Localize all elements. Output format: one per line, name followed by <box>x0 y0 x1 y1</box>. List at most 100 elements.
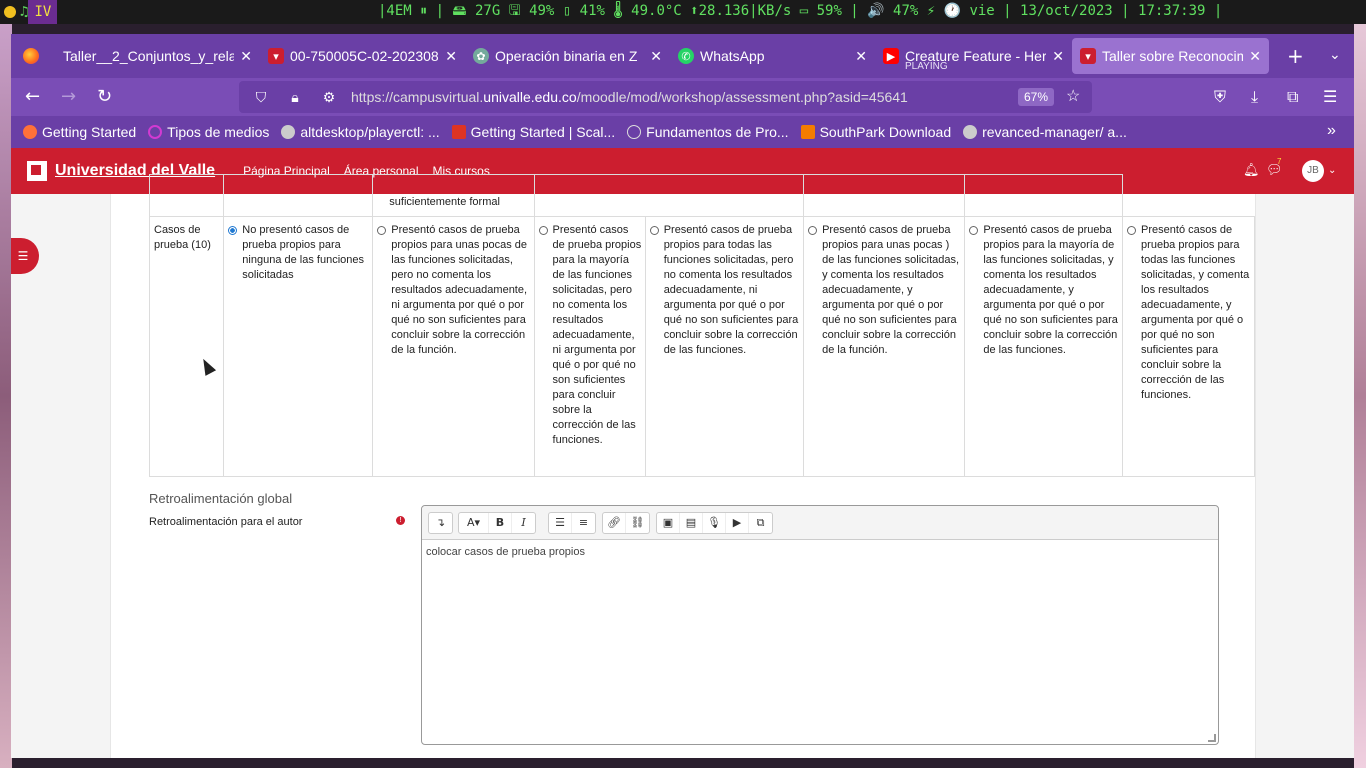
image-icon[interactable]: ▣ <box>657 513 680 533</box>
unlink-icon[interactable]: ⛓ <box>626 513 649 533</box>
editor-content[interactable]: colocar casos de prueba propios <box>422 540 1218 564</box>
radio-button[interactable] <box>1127 226 1137 235</box>
radio-button[interactable] <box>377 226 387 235</box>
link-icon[interactable]: 🔗︎ <box>603 513 626 533</box>
github-icon <box>281 125 296 139</box>
radio-button[interactable] <box>969 226 979 235</box>
avatar[interactable]: JB <box>1302 160 1324 182</box>
shield-icon[interactable]: ⛉ <box>249 89 273 106</box>
feedback-editor[interactable]: ↴ A▾ B I ☰ ≡ 🔗︎ ⛓ ▣ ▤ 🎙︎ ▶ ⧉ colocar cas… <box>421 505 1219 745</box>
system-status-bar: ♫ IV |4EM ⏸ | 🖴 27G 🖫 49% ▯ 41% 🌡 49.0°C… <box>0 0 1366 24</box>
moodle-page: Universidad del Valle Página Principal Á… <box>11 148 1354 758</box>
radio-button[interactable] <box>228 226 238 235</box>
bookmark-item[interactable]: revanced-manager/ a... <box>963 124 1127 140</box>
course-index-toggle[interactable]: ☰ <box>11 238 39 274</box>
firefox-icon <box>23 125 37 139</box>
tab-taller-conjuntos[interactable]: Taller__2_Conjuntos_y_rela ✕ <box>55 38 260 74</box>
tab-title: Taller__2_Conjuntos_y_rela <box>63 48 235 64</box>
rubric-level-2[interactable]: Presentó casos de prueba propios para la… <box>533 216 646 477</box>
firefox-icon[interactable] <box>23 48 39 64</box>
lock-icon[interactable]: 🔒︎ <box>283 89 307 106</box>
close-icon[interactable]: ✕ <box>240 48 252 65</box>
tab-bar: Taller__2_Conjuntos_y_rela ✕ ▾ 00-750005… <box>11 34 1354 78</box>
menu-icon[interactable]: ☰ <box>1323 87 1337 106</box>
zoom-level[interactable]: 67% <box>1018 88 1055 106</box>
numbered-list-icon[interactable]: ≡ <box>572 513 595 533</box>
bookmark-item[interactable]: Getting Started | Scal... <box>451 124 615 140</box>
list-icon: ☰ <box>17 249 29 263</box>
rubric-level-0[interactable]: No presentó casos de prueba propios para… <box>223 216 374 477</box>
circle-icon <box>148 125 163 139</box>
workspace-indicator[interactable]: IV <box>28 0 58 24</box>
bookmark-item[interactable]: Fundamentos de Pro... <box>627 124 789 140</box>
univalle-icon: ▾ <box>268 48 284 64</box>
tab-title: Operación binaria en Z <box>495 48 638 64</box>
download-icon[interactable]: ⤓ <box>1251 87 1258 107</box>
main-content: suficientemente formal Casos de prueba (… <box>110 174 1256 758</box>
reload-icon[interactable]: ↻ <box>97 86 112 107</box>
font-style-icon[interactable]: A▾ <box>459 513 489 533</box>
rubric-table: suficientemente formal Casos de prueba (… <box>148 174 1255 477</box>
bookmark-item[interactable]: Getting Started <box>23 124 136 140</box>
close-icon[interactable]: ✕ <box>1249 48 1261 65</box>
rubric-level-5[interactable]: Presentó casos de prueba propios para la… <box>964 216 1124 477</box>
bookmark-item[interactable]: altdesktop/playerctl: ... <box>281 124 440 140</box>
pocket-icon[interactable]: ⛨ <box>1214 87 1226 107</box>
tab-youtube[interactable]: ▶ Creature Feature - Here PLAYING ✕ <box>875 38 1072 74</box>
permissions-icon[interactable]: ⚙ <box>317 89 341 106</box>
tab-whatsapp[interactable]: ✆ WhatsApp ✕ <box>670 38 875 74</box>
table-row: suficientemente formal <box>148 174 1255 217</box>
editor-toolbar: ↴ A▾ B I ☰ ≡ 🔗︎ ⛓ ▣ ▤ 🎙︎ ▶ ⧉ <box>422 506 1218 540</box>
extensions-icon[interactable]: ⧉ <box>1287 87 1298 107</box>
chevron-right-icon[interactable]: » <box>1327 122 1336 140</box>
forward-icon[interactable]: → <box>61 86 76 107</box>
radio-button[interactable] <box>649 226 659 235</box>
url-text[interactable]: https://campusvirtual.univalle.edu.co/mo… <box>351 89 908 105</box>
bold-icon[interactable]: B <box>489 513 512 533</box>
scala-icon <box>451 125 466 139</box>
microphone-icon[interactable]: 🎙︎ <box>703 513 726 533</box>
tab-playing-label: PLAYING <box>905 61 948 72</box>
bookmark-item[interactable]: SouthPark Download <box>800 124 951 140</box>
univalle-logo-icon[interactable] <box>27 161 47 181</box>
github-icon <box>963 125 978 139</box>
close-icon[interactable]: ✕ <box>650 48 662 65</box>
rubric-level-1[interactable]: Presentó casos de prueba propios para un… <box>372 216 535 477</box>
back-icon[interactable]: ← <box>25 86 40 107</box>
rubric-level-3[interactable]: Presentó casos de prueba propios para to… <box>644 216 805 477</box>
toolbar-toggle-icon[interactable]: ↴ <box>429 513 452 533</box>
tab-course[interactable]: ▾ 00-750005C-02-202308 ✕ <box>260 38 465 74</box>
rubric-level-6[interactable]: Presentó casos de prueba propios para to… <box>1122 216 1255 477</box>
bookmark-item[interactable]: Tipos de medios <box>148 124 269 140</box>
radio-button[interactable] <box>538 226 548 235</box>
close-icon[interactable]: ✕ <box>445 48 457 65</box>
close-icon[interactable]: ✕ <box>855 48 867 65</box>
feedback-label: Retroalimentación para el autor <box>149 516 303 528</box>
url-bar[interactable]: ⛉ 🔒︎ ⚙ https://campusvirtual.univalle.ed… <box>239 81 1092 113</box>
bookmarks-bar: Getting Started Tipos de medios altdeskt… <box>11 116 1354 148</box>
chevron-down-icon[interactable]: ⌄ <box>1328 165 1336 176</box>
wallpaper-right <box>1354 24 1366 768</box>
bookmark-star-icon[interactable]: ☆ <box>1066 86 1080 106</box>
close-icon[interactable]: ✕ <box>1052 48 1064 65</box>
criterion-label: Casos de prueba (10) <box>148 216 225 477</box>
table-row: Casos de prueba (10) No presentó casos d… <box>148 216 1255 477</box>
tab-title: Taller sobre Reconocim <box>1102 48 1244 64</box>
bullet-list-icon[interactable]: ☰ <box>549 513 572 533</box>
radio-button[interactable] <box>808 226 818 235</box>
apple-logo-icon <box>4 6 16 18</box>
media-icon[interactable]: ▤ <box>680 513 703 533</box>
blogger-icon <box>800 125 815 139</box>
italic-icon[interactable]: I <box>512 513 535 533</box>
tab-taller-reconocimiento[interactable]: ▾ Taller sobre Reconocim ✕ <box>1072 38 1269 74</box>
youtube-icon: ▶ <box>883 48 899 64</box>
nav-bar: ← → ↻ ⛉ 🔒︎ ⚙ https://campusvirtual.univa… <box>11 78 1354 116</box>
tab-chatgpt[interactable]: ✿ Operación binaria en Z ✕ <box>465 38 670 74</box>
manage-files-icon[interactable]: ⧉ <box>749 513 772 533</box>
new-tab-icon[interactable]: + <box>1287 44 1304 68</box>
rubric-level-4[interactable]: Presentó casos de prueba propios para un… <box>803 216 966 477</box>
chevron-down-icon[interactable]: ⌄ <box>1329 47 1341 63</box>
video-icon[interactable]: ▶ <box>726 513 749 533</box>
required-icon: ! <box>396 516 405 525</box>
resize-handle[interactable] <box>1208 734 1216 742</box>
